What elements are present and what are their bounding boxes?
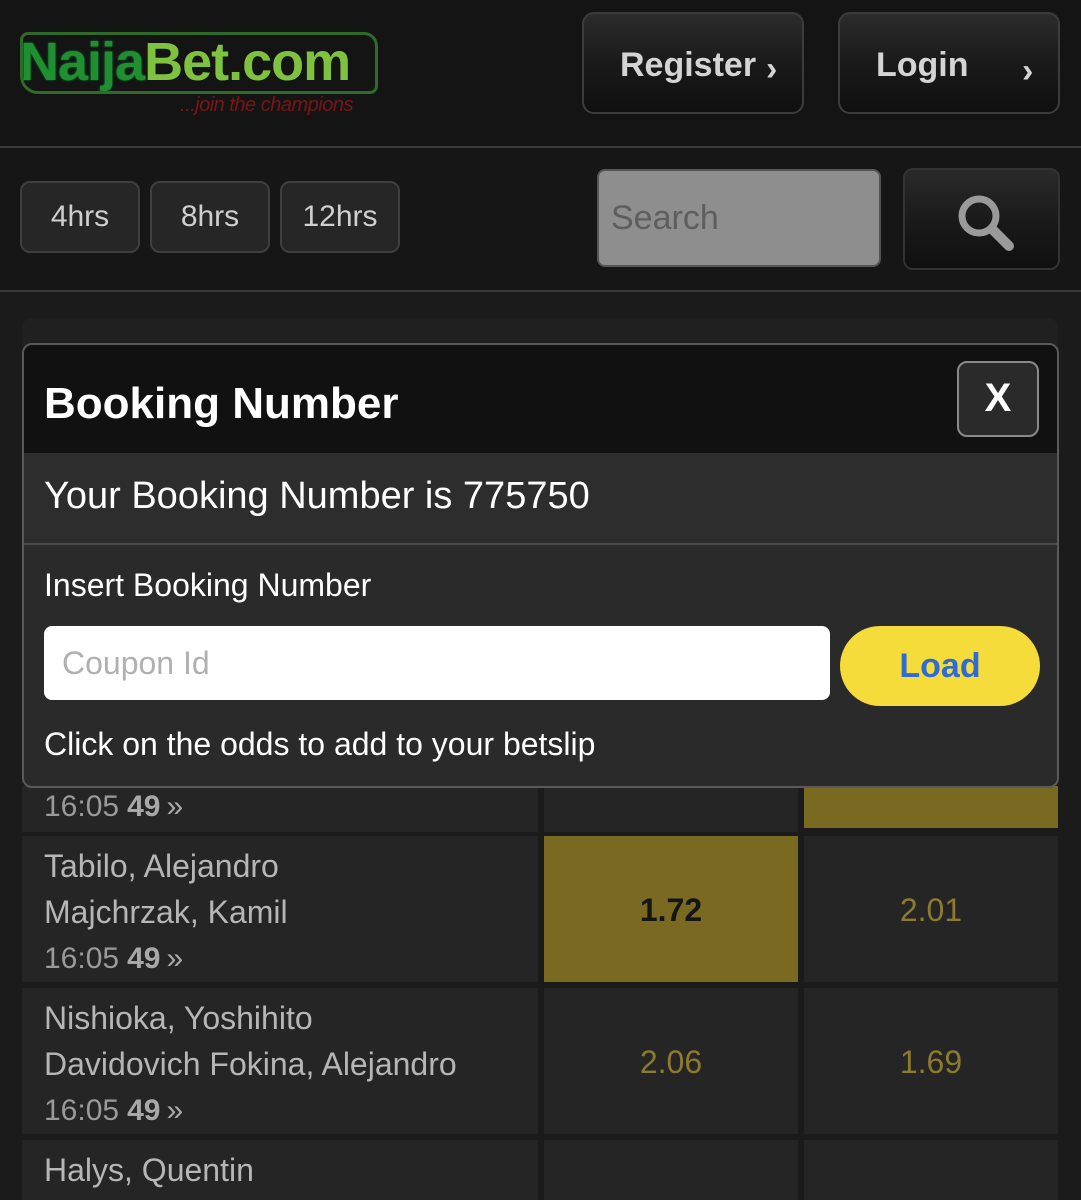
naijabet-logo[interactable]: NaijaBet.com ...join the champions <box>20 30 382 120</box>
logo-bet-text: Bet.com <box>144 32 351 92</box>
match-time: 16:05 <box>44 1094 120 1127</box>
odd-away-button[interactable]: 1.69 <box>804 988 1058 1134</box>
search-icon <box>958 195 1014 251</box>
insert-booking-label: Insert Booking Number <box>44 567 372 603</box>
match-meta: 16:05 49» <box>44 942 183 976</box>
close-button[interactable]: X <box>957 361 1039 437</box>
filter-12hrs-button[interactable]: 12hrs <box>280 181 400 253</box>
modal-title: Booking Number <box>44 379 399 428</box>
player-home: Halys, Quentin <box>44 1152 254 1188</box>
logo-naija-text: Naija <box>20 32 145 92</box>
market-count: 49 <box>127 790 161 823</box>
register-button[interactable]: Register › <box>582 12 804 114</box>
booking-number-message: Your Booking Number is 775750 <box>24 453 1057 545</box>
odd-away-cell[interactable] <box>804 786 1058 828</box>
chevron-right-icon: › <box>766 50 778 88</box>
market-count: 49 <box>127 1094 161 1127</box>
booking-number-modal: Booking Number X Your Booking Number is … <box>22 343 1059 788</box>
match-info-cell[interactable]: Halys, Quentin <box>22 1140 538 1200</box>
booking-number-text: Your Booking Number is 775750 <box>44 475 590 517</box>
match-row: Tabilo, Alejandro Majchrzak, Kamil 16:05… <box>22 836 1058 982</box>
filter-4hrs-button[interactable]: 4hrs <box>20 181 140 253</box>
match-info-cell[interactable]: 16:05 49» <box>22 786 538 832</box>
modal-header: Booking Number X <box>24 345 1057 455</box>
odd-home-cell[interactable] <box>544 786 798 832</box>
odd-home-button[interactable]: 1.72 <box>544 836 798 982</box>
odd-value: 1.69 <box>899 1044 963 1080</box>
search-button[interactable] <box>903 168 1060 270</box>
login-label: Login <box>876 46 969 84</box>
double-chevron-icon: » <box>166 942 184 975</box>
match-row: Nishioka, Yoshihito Davidovich Fokina, A… <box>22 988 1058 1134</box>
logo-tagline: ...join the champions <box>180 94 353 116</box>
register-label: Register <box>620 46 757 84</box>
match-meta: 16:05 49» <box>44 790 183 824</box>
coupon-id-input[interactable] <box>44 626 830 700</box>
betslip-hint: Click on the odds to add to your betslip <box>44 726 596 762</box>
odd-home-button[interactable] <box>544 1140 798 1200</box>
match-row: Halys, Quentin <box>22 1140 1058 1200</box>
odd-home-button[interactable]: 2.06 <box>544 988 798 1134</box>
match-meta: 16:05 49» <box>44 1094 183 1128</box>
odd-away-button[interactable] <box>804 1140 1058 1200</box>
match-time: 16:05 <box>44 942 120 975</box>
odd-away-button[interactable]: 2.01 <box>804 836 1058 982</box>
player-home: Nishioka, Yoshihito <box>44 1000 313 1036</box>
load-button[interactable]: Load <box>840 626 1040 706</box>
filter-8hrs-button[interactable]: 8hrs <box>150 181 270 253</box>
double-chevron-icon: » <box>166 790 184 823</box>
filter-bar: 4hrs 8hrs 12hrs <box>0 148 1081 292</box>
odd-value: 1.72 <box>639 892 703 928</box>
odd-value: 2.06 <box>639 1044 703 1080</box>
market-count: 49 <box>127 942 161 975</box>
player-away: Majchrzak, Kamil <box>44 894 288 930</box>
chevron-right-icon: › <box>1022 52 1034 90</box>
match-row: 16:05 49» <box>22 786 1058 832</box>
login-button[interactable]: Login › <box>838 12 1060 114</box>
match-time: 16:05 <box>44 790 120 823</box>
logo-wordmark: NaijaBet.com <box>20 30 351 94</box>
match-info-cell[interactable]: Tabilo, Alejandro Majchrzak, Kamil 16:05… <box>22 836 538 982</box>
search-input[interactable] <box>597 169 881 267</box>
double-chevron-icon: » <box>166 1094 184 1127</box>
match-info-cell[interactable]: Nishioka, Yoshihito Davidovich Fokina, A… <box>22 988 538 1134</box>
player-away: Davidovich Fokina, Alejandro <box>44 1046 457 1082</box>
player-home: Tabilo, Alejandro <box>44 848 279 884</box>
site-header: NaijaBet.com ...join the champions Regis… <box>0 0 1081 148</box>
odd-value: 2.01 <box>899 892 963 928</box>
